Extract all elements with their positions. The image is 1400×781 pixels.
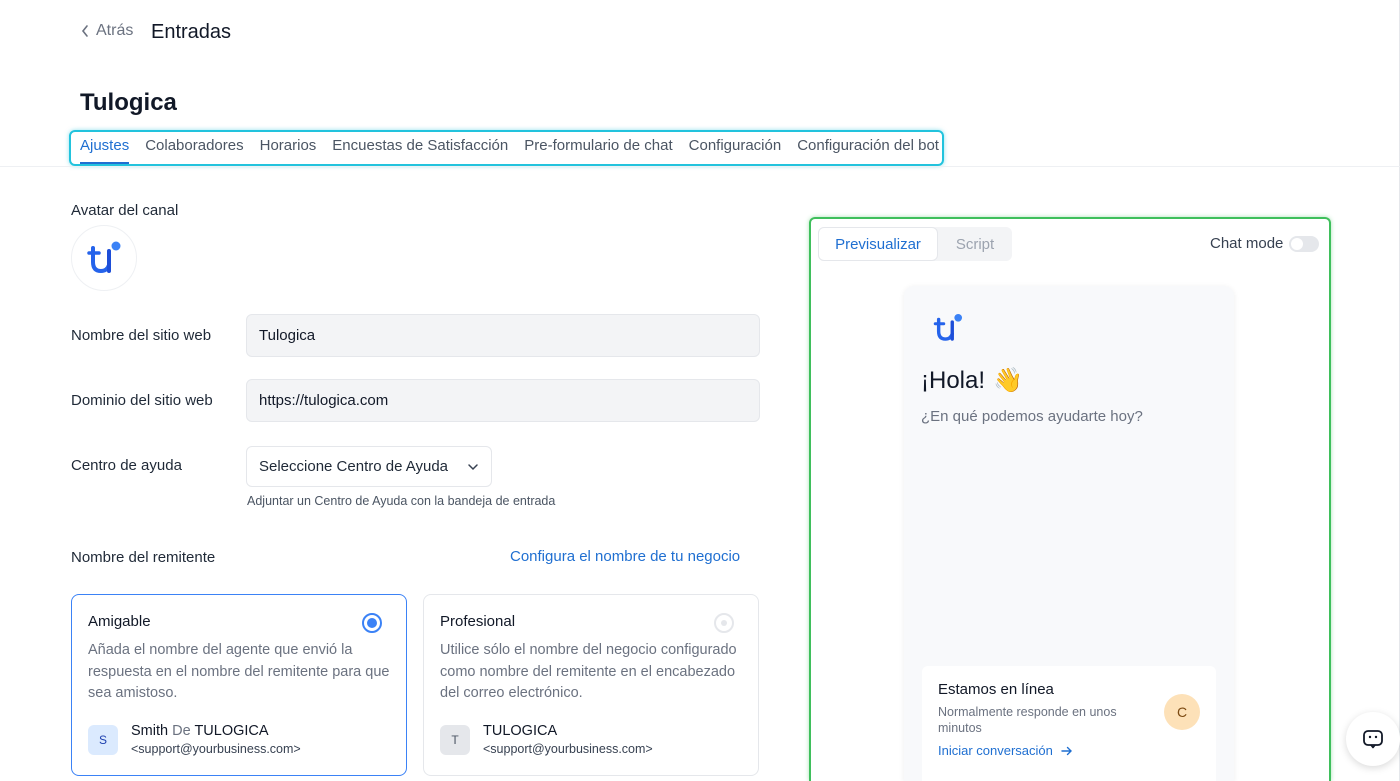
greeting-text: ¡Hola! xyxy=(921,366,986,394)
help-center-label: Centro de ayuda xyxy=(71,457,182,474)
start-conversation-button[interactable]: Iniciar conversación xyxy=(938,743,1073,758)
tab-script[interactable]: Script xyxy=(938,227,1012,261)
arrow-right-icon xyxy=(1061,746,1072,755)
sender-option-profesional[interactable]: Profesional Utilice sólo el nombre del n… xyxy=(423,594,759,776)
sender-option-amigable[interactable]: Amigable Añada el nombre del agente que … xyxy=(71,594,407,776)
avatar-label: Avatar del canal xyxy=(71,202,179,219)
radio-selected[interactable] xyxy=(362,613,382,633)
back-label: Atrás xyxy=(96,22,134,39)
option-description: Añada el nombre del agente que envió la … xyxy=(88,642,390,701)
option-title: Profesional xyxy=(440,613,516,630)
sender-email: <support@yourbusiness.com> xyxy=(131,742,301,756)
tulogica-logo-icon xyxy=(933,313,963,341)
site-name-label: Nombre del sitio web xyxy=(71,327,212,344)
chat-mode-toggle[interactable] xyxy=(1289,236,1319,252)
site-name-input[interactable] xyxy=(246,314,760,357)
tab-previsualizar[interactable]: Previsualizar xyxy=(818,227,938,261)
waving-hand-icon: 👋 xyxy=(993,367,1023,394)
tab-ajustes[interactable]: Ajustes xyxy=(80,137,130,164)
sender-separator: De xyxy=(172,723,191,739)
channel-avatar[interactable] xyxy=(71,225,137,291)
settings-tabs: Ajustes Colaboradores Horarios Encuestas… xyxy=(80,137,939,164)
page-title: Entradas xyxy=(151,21,232,43)
online-card: Estamos en línea Normalmente responde en… xyxy=(922,666,1216,781)
tab-colaboradores[interactable]: Colaboradores xyxy=(145,137,243,164)
tab-configuracion[interactable]: Configuración xyxy=(689,137,782,164)
tab-pre-formulario[interactable]: Pre-formulario de chat xyxy=(524,137,672,164)
sender-email: <support@yourbusiness.com> xyxy=(483,742,653,756)
site-domain-input[interactable] xyxy=(246,379,760,422)
chevron-left-icon xyxy=(81,25,88,37)
online-title: Estamos en línea xyxy=(938,681,1054,698)
inbox-settings-page: Atrás Entradas Tulogica Ajustes Colabora… xyxy=(0,0,1400,781)
avatar: T xyxy=(440,724,470,755)
back-button[interactable]: Atrás xyxy=(80,22,133,40)
preview-segmented-control: Previsualizar Script xyxy=(818,227,1012,261)
chat-launcher-button[interactable] xyxy=(1346,712,1400,766)
chat-bubble-icon xyxy=(1363,730,1383,749)
greeting: ¡Hola! 👋 xyxy=(921,366,1023,395)
sender-name: TULOGICA xyxy=(483,723,558,739)
sender-name: Smith De TULOGICA xyxy=(131,723,301,739)
greeting-subtitle: ¿En qué podemos ayudarte hoy? xyxy=(921,408,1143,425)
configure-business-name-link[interactable]: Configura el nombre de tu negocio xyxy=(510,548,740,565)
help-center-selected: Seleccione Centro de Ayuda xyxy=(259,458,449,475)
sender-agent: Smith xyxy=(131,723,169,739)
option-title: Amigable xyxy=(88,613,151,630)
option-description: Utilice sólo el nombre del negocio confi… xyxy=(440,642,737,701)
tulogica-logo-icon xyxy=(87,241,121,274)
tabs-divider xyxy=(0,166,1400,167)
site-domain-label: Dominio del sitio web xyxy=(71,392,213,409)
tab-encuestas[interactable]: Encuestas de Satisfacción xyxy=(332,137,508,164)
tab-configuracion-bot[interactable]: Configuración del bot xyxy=(797,137,939,164)
chevron-down-icon xyxy=(468,463,478,470)
sender-org: TULOGICA xyxy=(194,723,269,739)
chat-mode-label: Chat mode xyxy=(1210,235,1284,252)
chat-widget-preview: ¡Hola! 👋 ¿En qué podemos ayudarte hoy? E… xyxy=(904,286,1234,781)
avatar: S xyxy=(88,724,118,755)
radio-unselected[interactable] xyxy=(714,613,734,633)
start-conversation-label: Iniciar conversación xyxy=(938,743,1053,758)
sender-preview: S Smith De TULOGICA <support@yourbusines… xyxy=(88,723,301,756)
help-center-hint: Adjuntar un Centro de Ayuda con la bande… xyxy=(247,494,556,508)
help-center-select[interactable]: Seleccione Centro de Ayuda xyxy=(246,446,492,487)
sender-name-label: Nombre del remitente xyxy=(71,549,216,566)
sender-preview: T TULOGICA <support@yourbusiness.com> xyxy=(440,723,653,756)
agent-avatar: C xyxy=(1164,694,1200,730)
tab-horarios[interactable]: Horarios xyxy=(260,137,317,164)
online-description: Normalmente responde en unos minutos xyxy=(938,705,1117,735)
inbox-name: Tulogica xyxy=(80,89,177,116)
